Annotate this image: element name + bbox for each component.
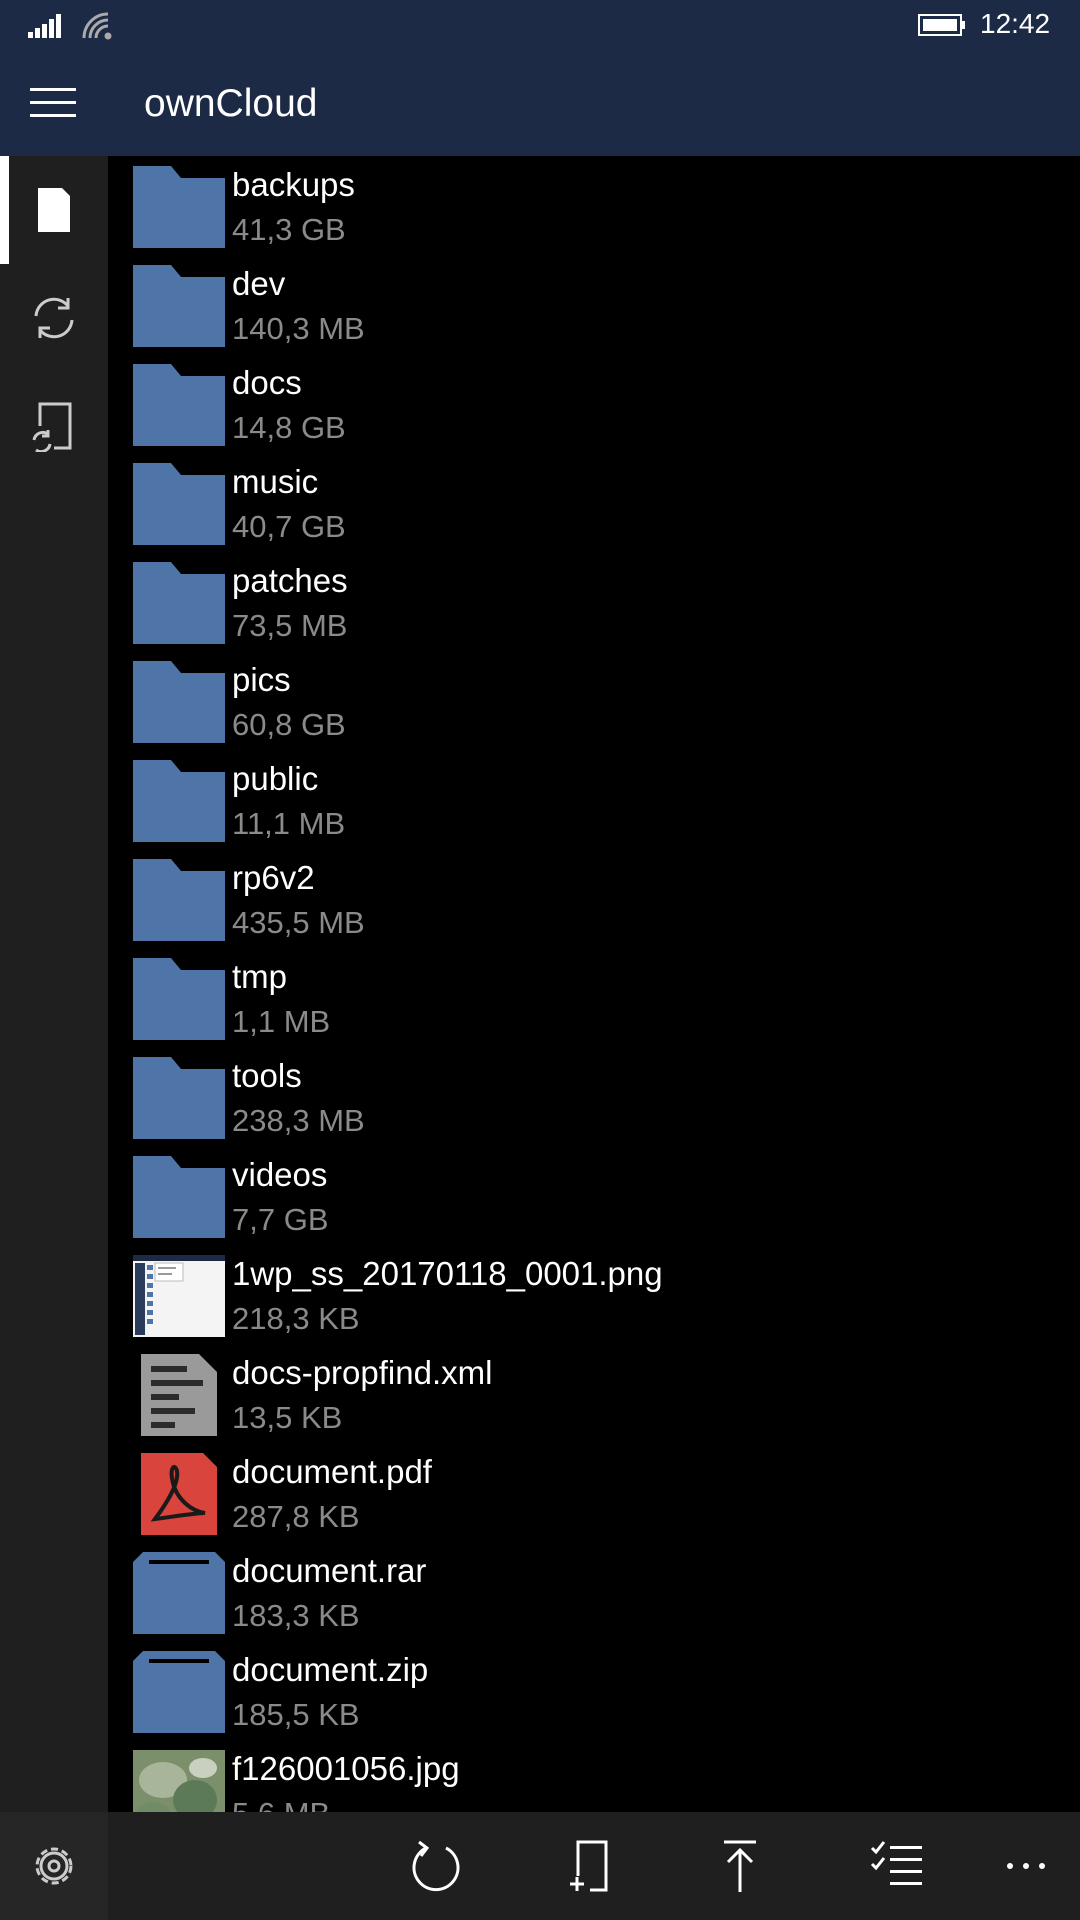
wifi-icon (82, 12, 112, 40)
list-item[interactable]: patches 73,5 MB (108, 552, 1080, 651)
folder-icon (133, 760, 225, 842)
file-name: patches (232, 562, 348, 599)
status-bar: 12:42 (0, 0, 1080, 48)
files-icon (38, 188, 70, 232)
file-name: music (232, 463, 319, 500)
file-size: 435,5 MB (232, 905, 365, 940)
archive-icon (133, 1651, 225, 1733)
folder-icon (133, 1057, 225, 1139)
list-item[interactable]: rp6v2 435,5 MB (108, 849, 1080, 948)
signal-icon (28, 14, 61, 38)
file-size: 73,5 MB (232, 608, 348, 643)
file-name: docs (232, 364, 302, 401)
sidebar-item-device-sync[interactable] (0, 372, 108, 480)
file-size: 14,8 GB (232, 410, 346, 445)
file-name: pics (232, 661, 291, 698)
file-size: 40,7 GB (232, 509, 346, 544)
archive-icon (133, 1552, 225, 1634)
text-file-icon (141, 1354, 217, 1436)
file-size: 183,3 KB (232, 1598, 360, 1633)
sidebar-item-files[interactable] (0, 156, 108, 264)
device-sync-icon (32, 402, 72, 452)
list-item[interactable]: 1wp_ss_20170118_0001.png 218,3 KB (108, 1245, 1080, 1344)
list-item[interactable]: docs-propfind.xml 13,5 KB (108, 1344, 1080, 1443)
gear-icon (35, 1847, 73, 1885)
app-title: ownCloud (144, 82, 318, 125)
list-item[interactable]: videos 7,7 GB (108, 1146, 1080, 1245)
file-size: 287,8 KB (232, 1499, 360, 1534)
file-name: tmp (232, 958, 288, 995)
file-size: 11,1 MB (232, 806, 346, 841)
settings-button[interactable] (24, 1836, 84, 1896)
list-item[interactable]: pics 60,8 GB (108, 651, 1080, 750)
sync-icon (34, 297, 74, 339)
file-name: dev (232, 265, 286, 302)
file-size: 5,6 MB (232, 1796, 330, 1812)
file-size: 13,5 KB (232, 1400, 343, 1435)
list-item[interactable]: document.zip 185,5 KB (108, 1641, 1080, 1740)
file-size: 1,1 MB (232, 1004, 331, 1039)
battery-icon (918, 14, 965, 36)
list-item[interactable]: tools 238,3 MB (108, 1047, 1080, 1146)
file-name: tools (232, 1057, 302, 1094)
file-size: 218,3 KB (232, 1301, 360, 1336)
list-item[interactable]: music 40,7 GB (108, 453, 1080, 552)
file-size: 238,3 MB (232, 1103, 365, 1138)
folder-icon (133, 859, 225, 941)
file-name: 1wp_ss_20170118_0001.png (232, 1255, 663, 1292)
folder-icon (133, 562, 225, 644)
sidebar-item-sync[interactable] (0, 264, 108, 372)
file-name: videos (232, 1156, 328, 1193)
file-size: 140,3 MB (232, 311, 365, 346)
folder-icon (133, 166, 225, 248)
title-bar: ownCloud (0, 48, 1080, 156)
refresh-icon (412, 1840, 460, 1892)
folder-icon (133, 958, 225, 1040)
file-name: rp6v2 (232, 859, 315, 896)
file-name: f126001056.jpg (232, 1750, 460, 1787)
select-button[interactable] (866, 1836, 926, 1896)
list-item[interactable]: backups 41,3 GB (108, 156, 1080, 255)
new-file-icon (570, 1840, 608, 1892)
list-item[interactable]: dev 140,3 MB (108, 255, 1080, 354)
status-time: 12:42 (980, 8, 1051, 39)
list-item[interactable]: public 11,1 MB (108, 750, 1080, 849)
more-button[interactable] (996, 1836, 1056, 1896)
refresh-button[interactable] (406, 1836, 466, 1896)
list-item[interactable]: document.rar 183,3 KB (108, 1542, 1080, 1641)
file-name: public (232, 760, 319, 797)
more-icon (1007, 1863, 1045, 1869)
file-name: document.zip (232, 1651, 429, 1688)
list-item[interactable]: tmp 1,1 MB (108, 948, 1080, 1047)
photo-thumbnail-icon (133, 1750, 225, 1812)
folder-icon (133, 265, 225, 347)
hamburger-icon[interactable] (30, 88, 76, 118)
new-file-button[interactable] (560, 1836, 620, 1896)
folder-icon (133, 463, 225, 545)
folder-icon (133, 364, 225, 446)
file-size: 7,7 GB (232, 1202, 329, 1237)
image-thumbnail-icon (133, 1255, 225, 1337)
list-item[interactable]: f126001056.jpg 5,6 MB (108, 1740, 1080, 1812)
file-list: backups 41,3 GB dev 140,3 MB docs 14,8 G… (108, 156, 1080, 1812)
bottom-app-bar (0, 1812, 1080, 1920)
file-size: 41,3 GB (232, 212, 346, 247)
active-indicator (0, 156, 9, 264)
list-item[interactable]: docs 14,8 GB (108, 354, 1080, 453)
pdf-icon (141, 1453, 217, 1535)
upload-button[interactable] (710, 1836, 770, 1896)
file-size: 185,5 KB (232, 1697, 360, 1732)
folder-icon (133, 1156, 225, 1238)
file-name: document.pdf (232, 1453, 432, 1490)
file-size: 60,8 GB (232, 707, 346, 742)
list-item[interactable]: document.pdf 287,8 KB (108, 1443, 1080, 1542)
upload-icon (724, 1840, 756, 1892)
file-name: backups (232, 166, 355, 203)
file-name: docs-propfind.xml (232, 1354, 493, 1391)
select-icon (870, 1841, 922, 1885)
sidebar (0, 156, 108, 1812)
folder-icon (133, 661, 225, 743)
file-name: document.rar (232, 1552, 427, 1589)
